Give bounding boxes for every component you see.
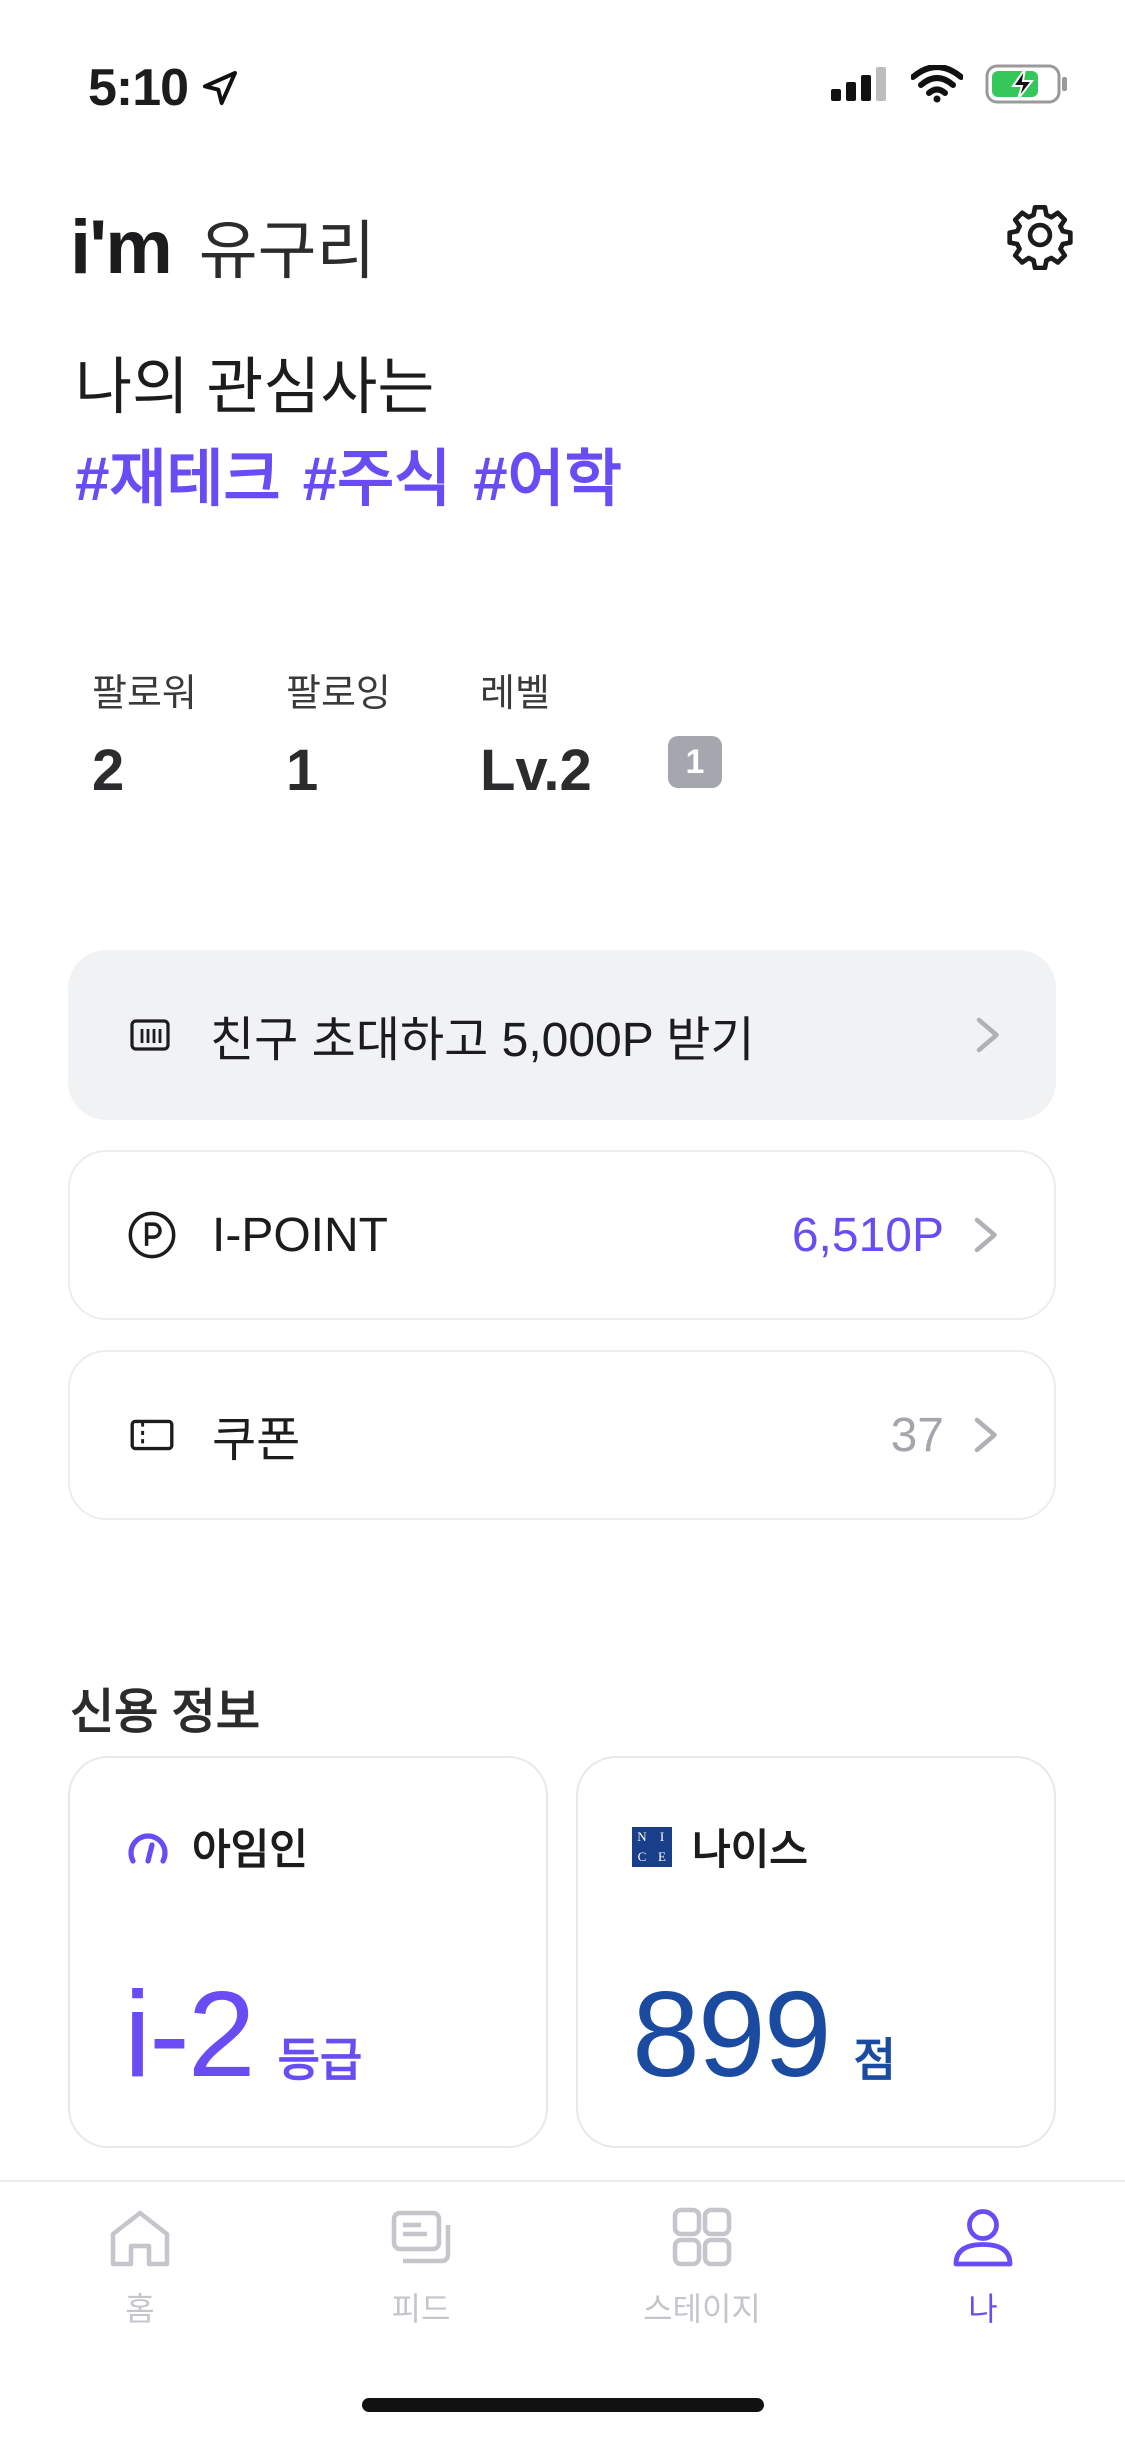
location-arrow-icon xyxy=(203,71,238,105)
home-indicator xyxy=(362,2398,764,2412)
interest-tag[interactable]: #어학 xyxy=(473,428,622,518)
coupon-row[interactable]: 쿠폰 37 xyxy=(68,1350,1056,1520)
signal-icon xyxy=(831,67,886,101)
imin-card-name: 아임인 xyxy=(192,1826,308,1873)
ipoint-row[interactable]: I-POINT 6,510P xyxy=(68,1150,1056,1320)
chevron-right-icon xyxy=(974,1217,997,1253)
tab-home[interactable]: 홈 xyxy=(40,2204,240,2330)
followers-count: 2 xyxy=(92,738,125,803)
following-label: 팔로잉 xyxy=(286,673,391,715)
invite-label: 친구 초대하고 5,000P 받기 xyxy=(210,1014,755,1067)
battery-charging-icon xyxy=(985,64,1067,104)
nice-score-value: 899 xyxy=(632,1966,832,2102)
status-time: 5:10 xyxy=(88,58,240,118)
coupon-icon xyxy=(124,1407,180,1463)
interest-tag[interactable]: #재테크 xyxy=(75,428,281,518)
im-prefix: i'm xyxy=(70,205,173,290)
tab-feed[interactable]: 피드 xyxy=(321,2204,521,2330)
interest-tag[interactable]: #주식 xyxy=(303,428,452,518)
status-icons xyxy=(831,64,1069,104)
nice-score-unit: 점 xyxy=(853,2034,896,2086)
invite-friends-row[interactable]: 친구 초대하고 5,000P 받기 xyxy=(68,950,1056,1120)
following-count: 1 xyxy=(286,738,319,803)
nice-card-header: NI CE 나이스 xyxy=(632,1816,808,1877)
chevron-right-icon xyxy=(974,1417,997,1453)
level-label: 레벨 xyxy=(480,673,550,715)
followers-label: 팔로워 xyxy=(92,673,197,715)
tab-me-label: 나 xyxy=(968,2291,998,2327)
nice-logo-icon: NI CE xyxy=(632,1826,672,1867)
imin-grade-unit: 등급 xyxy=(277,2034,363,2086)
nice-card-name: 나이스 xyxy=(692,1826,808,1873)
tab-me[interactable]: 나 xyxy=(883,2204,1083,2330)
level-stat[interactable]: 레벨 Lv.2 xyxy=(480,662,592,804)
nice-credit-card[interactable]: NI CE 나이스 899 점 xyxy=(576,1756,1056,2148)
wifi-icon xyxy=(911,65,963,103)
followers-stat[interactable]: 팔로워 2 xyxy=(92,662,197,804)
grid-icon xyxy=(672,2207,732,2267)
interests-title: 나의 관심사는 xyxy=(75,353,435,422)
level-badge: 1 xyxy=(668,736,722,788)
profile-greeting: i'm 유구리 xyxy=(70,200,375,292)
gear-icon[interactable] xyxy=(1005,200,1075,270)
imin-grade: i-2 등급 xyxy=(124,1964,362,2104)
nice-score: 899 점 xyxy=(632,1964,896,2104)
interest-tags: #재테크 #주식 #어학 xyxy=(75,428,622,518)
feed-icon xyxy=(391,2210,451,2264)
ipoint-label: I-POINT xyxy=(212,1208,388,1262)
invite-card-icon xyxy=(122,1007,178,1063)
tab-stage-label: 스테이지 xyxy=(643,2291,761,2327)
following-stat[interactable]: 팔로잉 1 xyxy=(286,662,391,804)
tab-stage[interactable]: 스테이지 xyxy=(602,2204,802,2330)
level-value: Lv.2 xyxy=(480,738,592,803)
username: 유구리 xyxy=(198,215,376,287)
point-icon xyxy=(124,1207,180,1263)
ipoint-value: 6,510P xyxy=(791,1208,944,1262)
coupon-label: 쿠폰 xyxy=(212,1414,301,1467)
tab-home-label: 홈 xyxy=(125,2291,155,2327)
home-icon xyxy=(110,2210,170,2267)
imin-credit-card[interactable]: 아임인 i-2 등급 xyxy=(68,1756,548,2148)
coupon-count: 37 xyxy=(890,1408,944,1462)
imin-grade-value: i-2 xyxy=(124,1966,256,2102)
tab-feed-label: 피드 xyxy=(391,2291,451,2327)
gauge-icon xyxy=(128,1832,168,1864)
credit-section-title: 신용 정보 xyxy=(70,1686,260,1739)
imin-card-header: 아임인 xyxy=(124,1816,308,1877)
person-icon xyxy=(953,2209,1013,2267)
status-time-text: 5:10 xyxy=(88,59,189,117)
chevron-right-icon xyxy=(976,1017,999,1053)
